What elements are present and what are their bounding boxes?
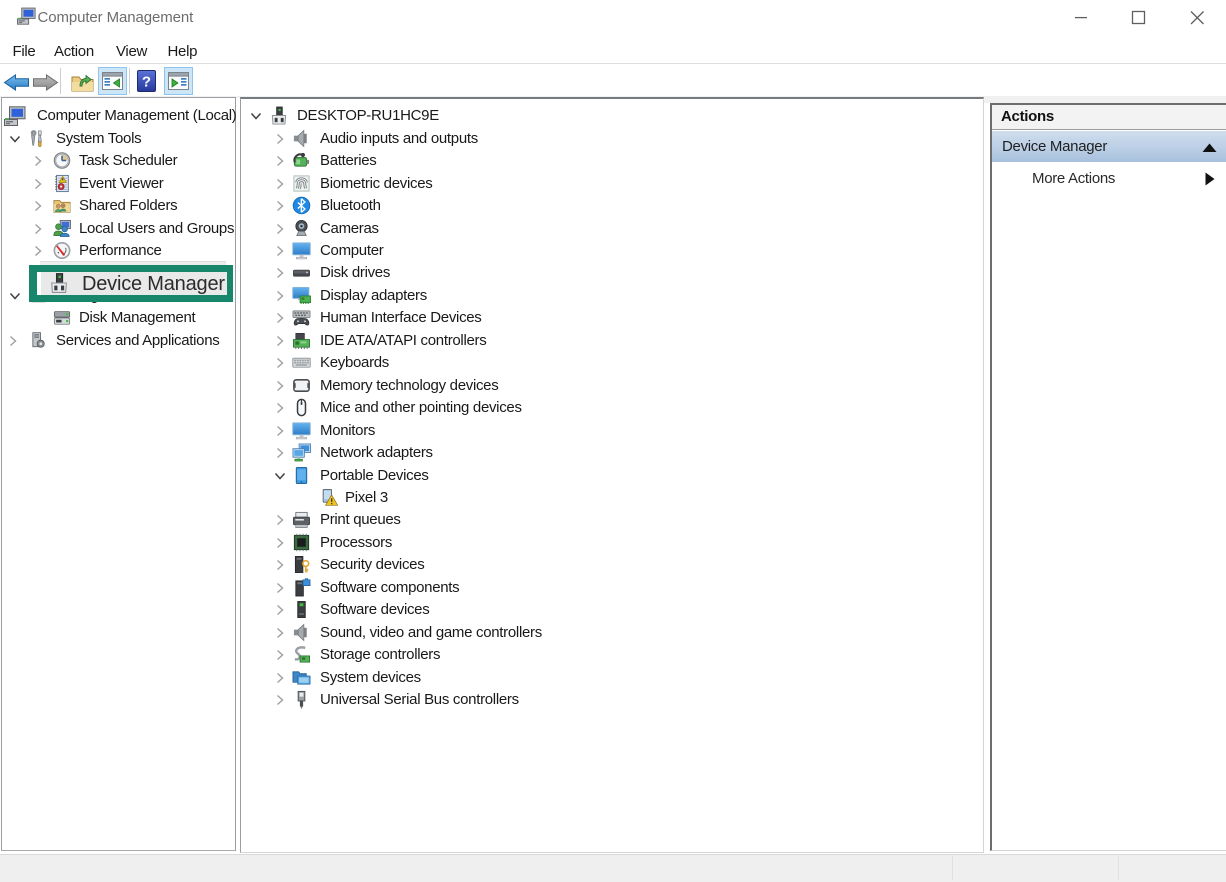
- svg-text:?: ?: [142, 74, 151, 91]
